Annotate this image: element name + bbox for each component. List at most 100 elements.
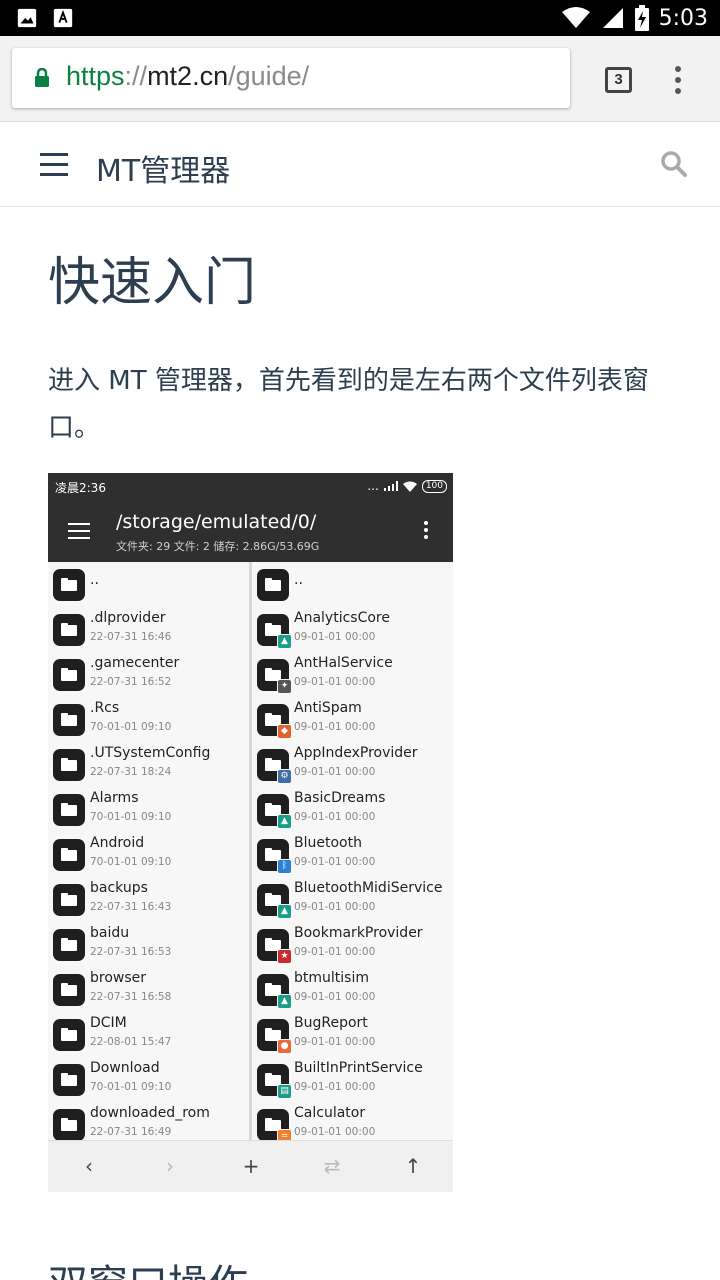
file-name: AppIndexProvider [294,745,418,761]
file-date: 70-01-01 09:10 [90,721,172,733]
parent-directory-row: .. [252,562,453,607]
site-header: MT管理器 [0,122,720,207]
url-path: /guide/ [228,61,310,91]
file-name: backups [90,880,148,896]
overflow-menu-icon [424,521,430,542]
file-name: BuiltInPrintService [294,1060,423,1076]
overflow-menu-icon[interactable] [668,66,688,96]
app-badge-icon: ▲ [277,634,292,649]
file-row: .Rcs 70-01-01 09:10 [48,697,249,742]
folder-icon [53,974,85,1006]
file-row: Alarms 70-01-01 09:10 [48,787,249,832]
folder-icon [53,1109,85,1140]
folder-icon [53,929,85,961]
page-title: 快速入门 [48,253,257,313]
file-name: AntiSpam [294,700,362,716]
folder-icon [53,1064,85,1096]
file-row: ▲ BluetoothMidiService 09-01-01 00:00 [252,877,453,922]
file-row: ★ BookmarkProvider 09-01-01 00:00 [252,922,453,967]
folder-icon: ◆ [257,704,292,739]
screenshot-status-dots: ... [367,479,379,493]
storage-summary: 文件夹: 29 文件: 2 储存: 2.86G/53.69G [116,540,320,553]
folder-icon [53,749,85,781]
folder-icon [53,614,85,646]
app-badge-icon: ● [277,1039,292,1054]
app-badge-icon: = [277,1129,292,1140]
url-separator: :// [124,61,148,91]
file-row: downloaded_rom 22-07-31 16:49 [48,1102,249,1140]
folder-icon [53,884,85,916]
site-title[interactable]: MT管理器 [96,146,230,190]
battery-level: 100 [421,479,447,493]
wifi-icon [561,7,590,28]
folder-icon: ▲ [257,614,292,649]
file-date: 09-01-01 00:00 [294,901,376,913]
file-row: ▤ BuiltInPrintService 09-01-01 00:00 [252,1057,453,1102]
signal-icon [602,8,623,28]
file-name: AntHalService [294,655,393,671]
file-name: Alarms [90,790,139,806]
text-icon [53,8,73,28]
folder-icon: ✦ [257,659,292,694]
file-date: 09-01-01 00:00 [294,946,376,958]
file-row: Download 70-01-01 09:10 [48,1057,249,1102]
folder-icon: ▲ [257,884,292,919]
app-badge-icon: ⚙ [277,769,292,784]
file-date: 09-01-01 00:00 [294,631,376,643]
file-date: 09-01-01 00:00 [294,991,376,1003]
search-icon[interactable] [660,150,688,178]
file-name: BluetoothMidiService [294,880,443,896]
file-date: 09-01-01 00:00 [294,721,376,733]
address-bar[interactable]: https://mt2.cn/guide/ [12,48,570,108]
file-row: DCIM 22-08-01 15:47 [48,1012,249,1057]
file-date: 22-08-01 15:47 [90,1036,172,1048]
hamburger-menu-icon[interactable] [40,153,68,176]
file-row: .dlprovider 22-07-31 16:46 [48,607,249,652]
file-row: ▲ BasicDreams 09-01-01 00:00 [252,787,453,832]
app-badge-icon: ✦ [277,679,292,694]
folder-icon [53,704,85,736]
file-date: 09-01-01 00:00 [294,676,376,688]
file-row: ✦ AntHalService 09-01-01 00:00 [252,652,453,697]
image-icon [17,8,37,28]
folder-icon: ᛒ [257,839,292,874]
file-name: BasicDreams [294,790,386,806]
file-name: Bluetooth [294,835,362,851]
lock-icon [35,68,49,87]
file-date: 70-01-01 09:10 [90,856,172,868]
folder-icon: ▤ [257,1064,292,1099]
up-arrow-icon: ↑ [404,1154,422,1178]
app-screenshot: 凌晨2:36 ... 100 /storage/emulated/0/ 文件夹:… [48,473,453,1192]
file-name: downloaded_rom [90,1105,210,1121]
status-bar: 5:03 [0,0,720,36]
file-row: browser 22-07-31 16:58 [48,967,249,1012]
screenshot-status-bar: 凌晨2:36 ... 100 [48,473,453,500]
add-icon: + [242,1154,260,1178]
folder-icon [53,569,85,601]
file-date: 22-07-31 16:52 [90,676,172,688]
file-row: ⚙ AppIndexProvider 09-01-01 00:00 [252,742,453,787]
file-row: .UTSystemConfig 22-07-31 18:24 [48,742,249,787]
file-date: 09-01-01 00:00 [294,856,376,868]
file-date: 09-01-01 00:00 [294,1081,376,1093]
file-date: 09-01-01 00:00 [294,1036,376,1048]
folder-icon [53,794,85,826]
folder-icon [53,839,85,871]
file-name: Android [90,835,145,851]
file-date: 70-01-01 09:10 [90,811,172,823]
app-badge-icon: ◆ [277,724,292,739]
app-badge-icon: ▲ [277,994,292,1009]
file-name: .dlprovider [90,610,166,626]
screenshot-time: 凌晨2:36 [55,481,106,495]
file-date: 09-01-01 00:00 [294,766,376,778]
file-name: .UTSystemConfig [90,745,211,761]
forward-arrow-icon: › [166,1154,174,1178]
file-name: baidu [90,925,130,941]
file-date: 09-01-01 00:00 [294,811,376,823]
url-text[interactable]: https://mt2.cn/guide/ [66,61,309,92]
tab-switcher-button[interactable]: 3 [605,67,632,93]
file-row: Android 70-01-01 09:10 [48,832,249,877]
back-arrow-icon: ‹ [85,1154,93,1178]
folder-icon: ● [257,1019,292,1054]
current-path: /storage/emulated/0/ [116,511,317,533]
